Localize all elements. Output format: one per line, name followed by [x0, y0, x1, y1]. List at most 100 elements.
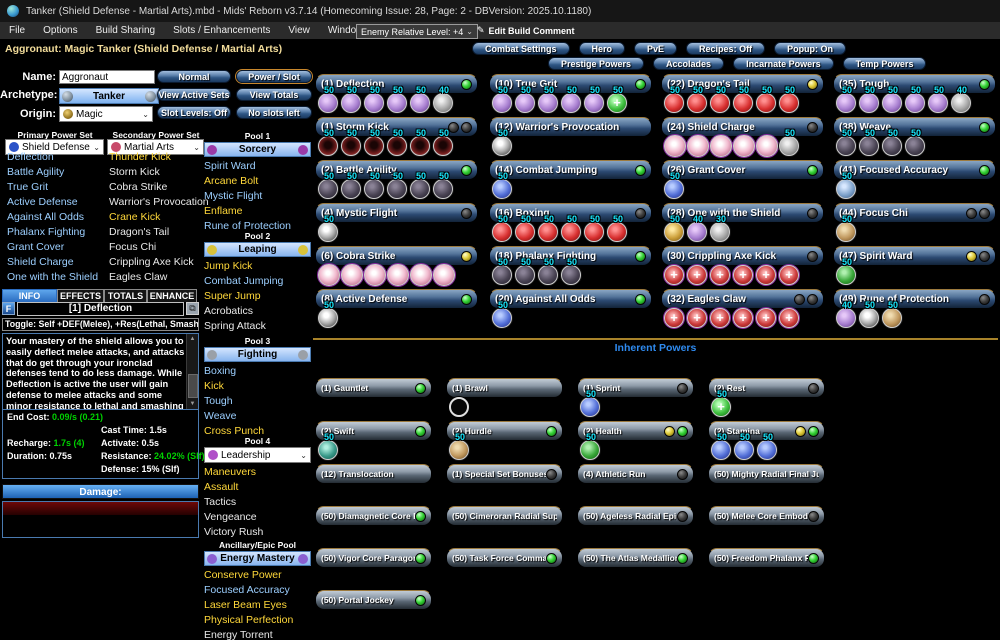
enhancement-slot[interactable]: 50	[756, 85, 778, 116]
enhancement-slot[interactable]: 50	[387, 171, 409, 202]
pool-select-sorcery[interactable]: Sorcery	[204, 142, 311, 157]
enhancement-slot[interactable]: 50	[538, 214, 560, 245]
enhancement-slot[interactable]: 50	[318, 171, 340, 202]
pool-item-acrobatics[interactable]: Acrobatics	[204, 304, 311, 319]
enhancement-slot[interactable]: 50	[757, 432, 779, 463]
pool-item-focused-accuracy[interactable]: Focused Accuracy	[204, 583, 311, 598]
pool-item-victory-rush[interactable]: Victory Rush	[204, 525, 311, 540]
button-prestige-powers[interactable]: Prestige Powers	[548, 57, 644, 70]
enhancement-slot[interactable]: 40	[433, 85, 455, 116]
enhancement-slot[interactable]: 50	[492, 300, 514, 331]
enhancement-slot[interactable]: 50	[364, 85, 386, 116]
power-41-focused-accuracy[interactable]: (41) Focused Accuracy50	[833, 160, 996, 180]
enemy-relative-level-select[interactable]: Enemy Relative Level: +4 ⌄	[356, 24, 478, 39]
power-49-rune-of-protection[interactable]: (49) Rune of Protection405050	[833, 289, 996, 309]
enhancement-slot[interactable]: 50	[882, 300, 904, 331]
power-slot-button[interactable]: Power / Slot	[236, 70, 312, 83]
enhancement-slot[interactable]: 50	[607, 214, 629, 245]
pool-item-assault[interactable]: Assault	[204, 480, 311, 495]
enhancement-slot[interactable]: 50	[410, 85, 432, 116]
pool-item-spirit-ward[interactable]: Spirit Ward	[204, 159, 311, 174]
enhancement-slot[interactable]: +	[664, 257, 686, 288]
enhancement-slot[interactable]: +	[779, 257, 801, 288]
enhancement-slot[interactable]: 50	[492, 171, 514, 202]
archetype-prev-icon[interactable]	[62, 91, 73, 102]
power-2-rest[interactable]: (2) Rest50+	[708, 378, 825, 398]
power-1-gauntlet[interactable]: (1) Gauntlet	[315, 378, 432, 398]
view-active-sets-button[interactable]: View Active Sets	[157, 88, 231, 101]
power-bar[interactable]: (1) Gauntlet	[315, 378, 432, 398]
enhancement-slot[interactable]: 50	[538, 85, 560, 116]
pool-item-physical-perfection[interactable]: Physical Perfection	[204, 613, 311, 628]
power-bar[interactable]: (50) The Atlas Medallion	[577, 548, 694, 568]
power-47-spirit-ward[interactable]: (47) Spirit Ward50	[833, 246, 996, 266]
power-1-sprint[interactable]: (1) Sprint50	[577, 378, 694, 398]
pool-select-fighting[interactable]: Fighting	[204, 347, 311, 362]
power-bar[interactable]: (50) Mighty Radial Final Judgement	[708, 464, 825, 484]
powerset-item-dragon-s-tail[interactable]: Dragon's Tail	[109, 225, 209, 240]
power-12-warrior-s-provocation[interactable]: (12) Warrior's Provocation50	[489, 117, 652, 137]
button-popup-on[interactable]: Popup: On	[774, 42, 846, 55]
enhancement-slot[interactable]: 50	[515, 85, 537, 116]
powerset-item-shield-charge[interactable]: Shield Charge	[7, 255, 107, 270]
power-6-cobra-strike[interactable]: (6) Cobra Strike	[315, 246, 478, 266]
enhancement-slot[interactable]: 50	[410, 171, 432, 202]
power-16-boxing[interactable]: (16) Boxing505050505050	[489, 203, 652, 223]
tab-enhance[interactable]: ENHANCE	[147, 289, 197, 302]
power-32-eagles-claw[interactable]: (32) Eagles Claw++++++	[661, 289, 824, 309]
pool-item-weave[interactable]: Weave	[204, 409, 311, 424]
button-accolades[interactable]: Accolades	[653, 57, 724, 70]
archetype-selector[interactable]: Tanker	[59, 88, 159, 104]
enhancement-slot[interactable]: +	[779, 300, 801, 331]
scroll-down-icon[interactable]: ▼	[187, 399, 198, 409]
button-recipes-off[interactable]: Recipes: Off	[686, 42, 765, 55]
pool-item-tough[interactable]: Tough	[204, 394, 311, 409]
enhancement-slot[interactable]: 50	[341, 171, 363, 202]
power-50-melee-core-embodiment[interactable]: (50) Melee Core Embodiment	[708, 506, 825, 526]
enhancement-slot[interactable]: 50	[387, 85, 409, 116]
enhancement-slot[interactable]: 50+	[607, 85, 629, 116]
enhancement-slot[interactable]: 50	[561, 214, 583, 245]
enhancement-slot[interactable]: 50	[410, 128, 432, 159]
pool-item-boxing[interactable]: Boxing	[204, 364, 311, 379]
enhancement-slot[interactable]: 50	[318, 214, 340, 245]
enhancement-slot[interactable]: 50	[318, 85, 340, 116]
enhancement-slot[interactable]: 50	[710, 85, 732, 116]
powerset-item-thunder-kick[interactable]: Thunder Kick	[109, 150, 209, 165]
enhancement-slot[interactable]: 50	[836, 171, 858, 202]
enhancement-slot[interactable]: 50	[561, 85, 583, 116]
archetype-next-icon[interactable]	[145, 91, 156, 102]
enhancement-slot[interactable]	[449, 389, 471, 420]
menu-options[interactable]: Options	[34, 25, 86, 36]
enhancement-slot[interactable]	[410, 257, 432, 288]
power-bar[interactable]: (4) Athletic Run	[577, 464, 694, 484]
power-20-against-all-odds[interactable]: (20) Against All Odds50	[489, 289, 652, 309]
detach-icon[interactable]: ⧉	[186, 302, 199, 315]
enhancement-slot[interactable]: +	[664, 300, 686, 331]
enhancement-slot[interactable]	[687, 128, 709, 159]
view-totals-button[interactable]: View Totals	[236, 88, 312, 101]
enhancement-slot[interactable]: 50	[584, 85, 606, 116]
power-50-mighty-radial-final-judgement[interactable]: (50) Mighty Radial Final Judgement	[708, 464, 825, 484]
enhancement-slot[interactable]: 50	[318, 432, 340, 463]
pool-item-mystic-flight[interactable]: Mystic Flight	[204, 189, 311, 204]
power-bar[interactable]: (50) Portal Jockey	[315, 590, 432, 610]
enhancement-slot[interactable]: 50	[859, 128, 881, 159]
power-bar[interactable]: (50) Task Force Commander	[446, 548, 563, 568]
enhancement-slot[interactable]: +	[710, 257, 732, 288]
power-bar[interactable]: (50) Cimeroran Radial Superior Ally	[446, 506, 563, 526]
enhancement-slot[interactable]	[710, 128, 732, 159]
pool-item-maneuvers[interactable]: Maneuvers	[204, 465, 311, 480]
enhancement-slot[interactable]: 50+	[711, 389, 733, 420]
powerset-item-grant-cover[interactable]: Grant Cover	[7, 240, 107, 255]
enhancement-slot[interactable]: 50	[836, 214, 858, 245]
enhancement-slot[interactable]: 50	[779, 128, 801, 159]
enhancement-slot[interactable]: 50	[561, 257, 583, 288]
enhancement-slot[interactable]: 50	[318, 300, 340, 331]
enhancement-slot[interactable]: 50	[318, 128, 340, 159]
enhancement-slot[interactable]: 50	[836, 257, 858, 288]
enhancement-slot[interactable]: 50	[836, 128, 858, 159]
enhancement-slot[interactable]: +	[710, 300, 732, 331]
button-incarnate-powers[interactable]: Incarnate Powers	[733, 57, 834, 70]
power-1-brawl[interactable]: (1) Brawl	[446, 378, 563, 398]
